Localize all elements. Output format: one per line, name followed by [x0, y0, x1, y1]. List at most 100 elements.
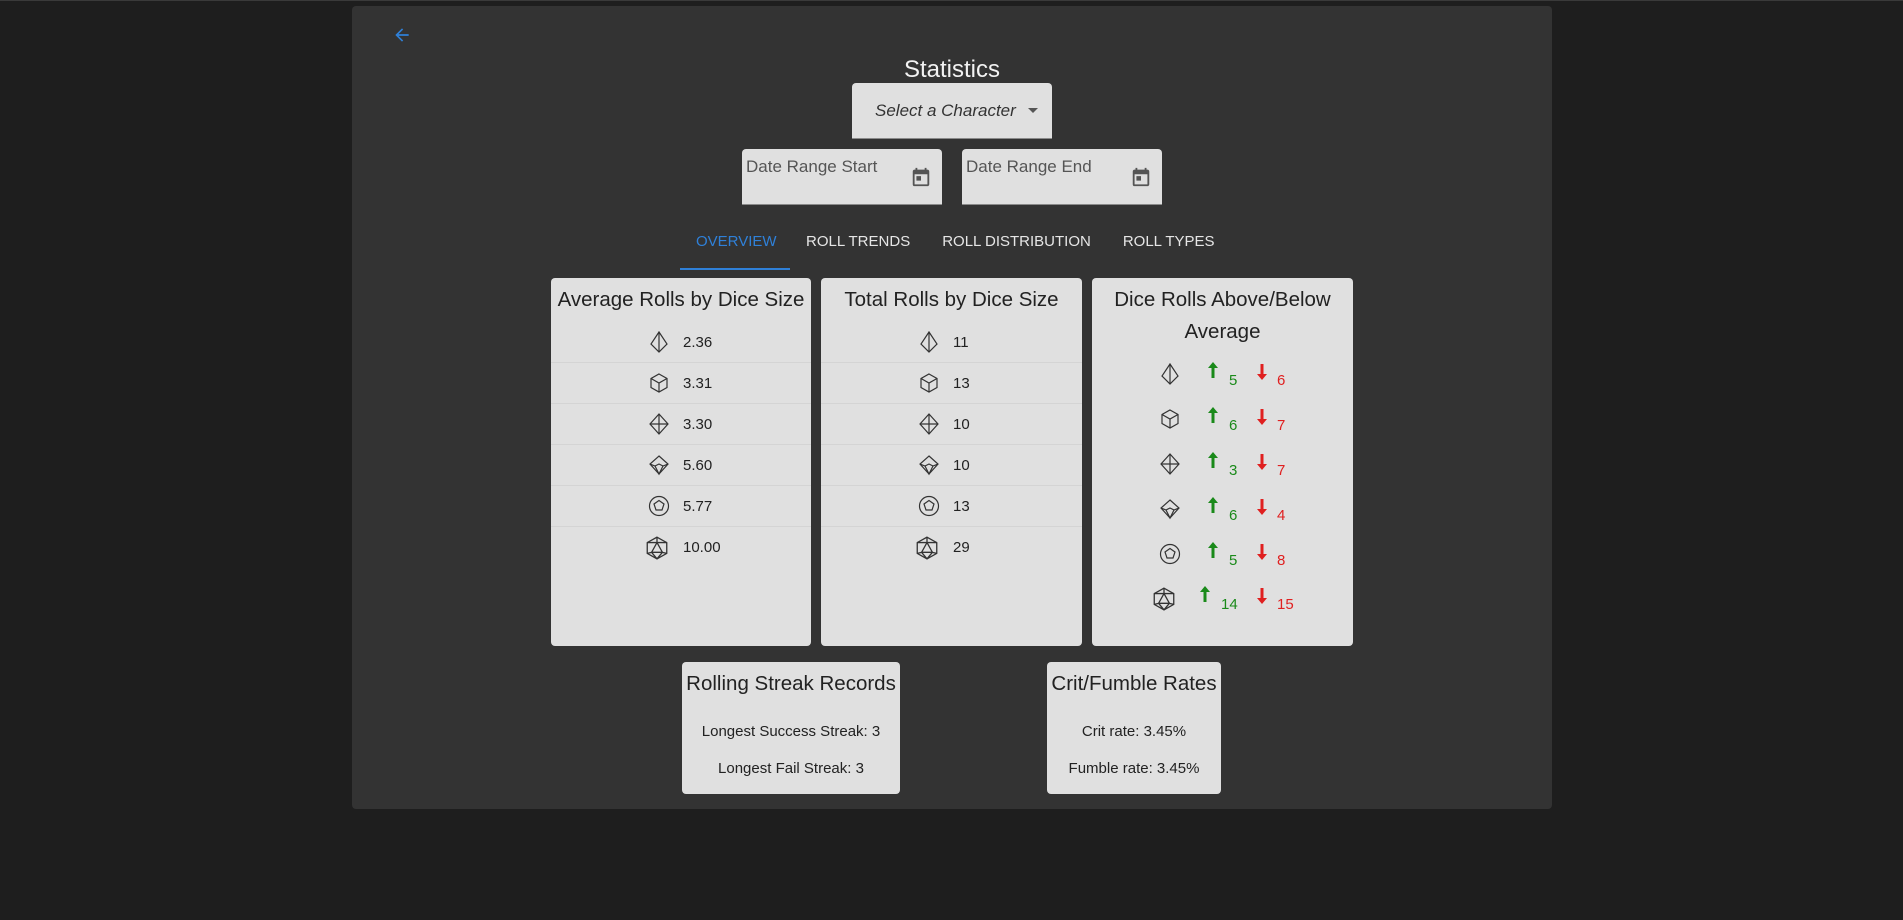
average-value: 3.31 — [683, 375, 713, 392]
list-item: 13 — [821, 486, 1082, 527]
d6-icon — [1158, 407, 1182, 436]
list-item: 3.30 — [551, 404, 811, 445]
below-count: 7 — [1277, 417, 1286, 434]
date-range-start-field[interactable]: Date Range Start — [742, 149, 942, 205]
average-value: 3.30 — [683, 416, 713, 433]
arrow-left-icon — [395, 28, 409, 42]
arrow-up-icon — [1208, 497, 1218, 513]
character-select-value: Select a Character — [875, 101, 1016, 120]
list-item: 14 15 — [1092, 578, 1353, 623]
total-value: 10 — [953, 416, 970, 433]
list-item: 10 — [821, 445, 1082, 486]
d8-icon — [647, 412, 671, 441]
crit-fumble-card: Crit/Fumble Rates Crit rate: 3.45% Fumbl… — [1047, 662, 1221, 794]
d12-icon — [917, 494, 941, 523]
longest-fail-streak: Longest Fail Streak: 3 — [718, 760, 864, 777]
total-rolls-title: Total Rolls by Dice Size — [844, 288, 1059, 311]
d20-icon — [1151, 586, 1177, 617]
date-range-start-placeholder: Date Range Start — [746, 157, 878, 176]
list-item: 10.00 — [551, 527, 811, 568]
arrow-up-icon — [1208, 362, 1218, 378]
crit-fumble-title: Crit/Fumble Rates — [1051, 672, 1217, 695]
below-count: 4 — [1277, 507, 1286, 524]
average-value: 2.36 — [683, 334, 713, 351]
calendar-icon[interactable] — [910, 166, 932, 188]
above-below-title-line2: Average — [1184, 320, 1261, 343]
list-item: 3 7 — [1092, 444, 1353, 489]
above-count: 3 — [1229, 462, 1238, 479]
back-button[interactable] — [387, 20, 417, 50]
d10-icon — [1158, 497, 1182, 526]
d8-icon — [1158, 452, 1182, 481]
d20-icon — [644, 535, 670, 566]
fumble-rate: Fumble rate: 3.45% — [1068, 760, 1200, 777]
above-count: 5 — [1229, 552, 1238, 569]
total-value: 13 — [953, 375, 970, 392]
average-value: 5.60 — [683, 457, 713, 474]
streak-records-card: Rolling Streak Records Longest Success S… — [682, 662, 900, 794]
list-item: 6 7 — [1092, 399, 1353, 444]
list-item: 13 — [821, 363, 1082, 404]
tab-roll-trends[interactable]: ROLL TRENDS — [790, 222, 926, 270]
total-value: 11 — [953, 334, 969, 351]
average-rolls-card: Average Rolls by Dice Size 2.36 3.31 3.3… — [551, 278, 811, 646]
average-value: 5.77 — [683, 498, 713, 515]
d6-icon — [917, 371, 941, 400]
statistics-panel: Statistics Select a Character Date Range… — [352, 6, 1552, 809]
list-item: 3.31 — [551, 363, 811, 404]
top-border — [0, 0, 1903, 1]
arrow-up-icon — [1200, 586, 1210, 602]
tab-roll-distribution[interactable]: ROLL DISTRIBUTION — [926, 222, 1107, 270]
below-count: 15 — [1277, 596, 1294, 613]
average-value: 10.00 — [683, 539, 721, 556]
arrow-down-icon — [1257, 588, 1267, 604]
list-item: 29 — [821, 527, 1082, 568]
streak-records-title: Rolling Streak Records — [686, 672, 896, 695]
arrow-up-icon — [1208, 452, 1218, 468]
above-count: 6 — [1229, 417, 1238, 434]
tab-overview[interactable]: OVERVIEW — [680, 222, 790, 270]
d6-icon — [647, 371, 671, 400]
d10-icon — [647, 453, 671, 482]
d10-icon — [917, 453, 941, 482]
list-item: 5 6 — [1092, 354, 1353, 399]
above-count: 6 — [1229, 507, 1238, 524]
below-count: 6 — [1277, 372, 1286, 389]
arrow-up-icon — [1208, 407, 1218, 423]
character-select[interactable]: Select a Character — [852, 83, 1052, 139]
page-title: Statistics — [903, 56, 1001, 83]
total-value: 10 — [953, 457, 970, 474]
above-count: 5 — [1229, 372, 1238, 389]
list-item: 5 8 — [1092, 534, 1353, 579]
arrow-down-icon — [1257, 544, 1267, 560]
list-item: 10 — [821, 404, 1082, 445]
date-range-end-placeholder: Date Range End — [966, 157, 1092, 176]
d12-icon — [1158, 542, 1182, 571]
longest-success-streak: Longest Success Streak: 3 — [701, 723, 881, 740]
above-below-card: Dice Rolls Above/Below Average 5 6 6 7 3… — [1092, 278, 1353, 646]
date-range-end-field[interactable]: Date Range End — [962, 149, 1162, 205]
total-rolls-card: Total Rolls by Dice Size 11 13 10 10 13 … — [821, 278, 1082, 646]
d20-icon — [914, 535, 940, 566]
list-item: 2.36 — [551, 322, 811, 363]
above-below-title-line1: Dice Rolls Above/Below — [1114, 288, 1331, 311]
list-item: 5.60 — [551, 445, 811, 486]
stats-tabs: OVERVIEW ROLL TRENDS ROLL DISTRIBUTION R… — [680, 222, 1231, 270]
arrow-down-icon — [1257, 409, 1267, 425]
d4-icon — [1158, 362, 1182, 391]
arrow-down-icon — [1257, 499, 1267, 515]
list-item: 6 4 — [1092, 489, 1353, 534]
crit-rate: Crit rate: 3.45% — [1081, 723, 1187, 740]
below-count: 7 — [1277, 462, 1286, 479]
calendar-icon[interactable] — [1130, 166, 1152, 188]
arrow-up-icon — [1208, 542, 1218, 558]
tab-roll-types[interactable]: ROLL TYPES — [1107, 222, 1231, 270]
list-item: 11 — [821, 322, 1082, 363]
total-value: 13 — [953, 498, 970, 515]
list-item: 5.77 — [551, 486, 811, 527]
d12-icon — [647, 494, 671, 523]
caret-down-icon — [1028, 108, 1038, 113]
arrow-down-icon — [1257, 454, 1267, 470]
d8-icon — [917, 412, 941, 441]
total-value: 29 — [953, 539, 970, 556]
